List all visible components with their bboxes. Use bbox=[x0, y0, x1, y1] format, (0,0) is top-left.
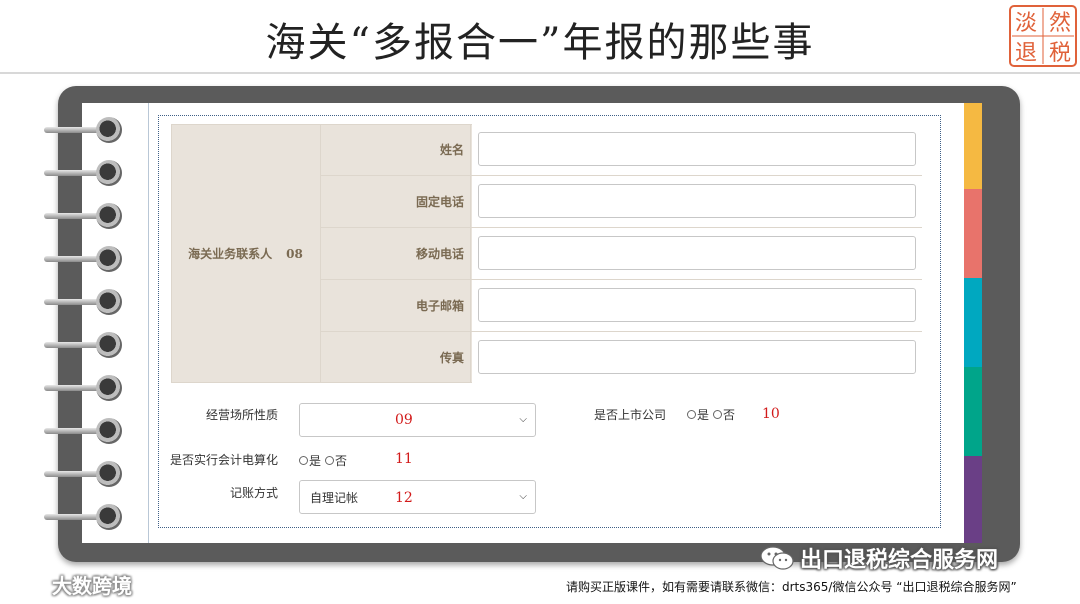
tab-purple[interactable] bbox=[964, 456, 982, 543]
landline-input[interactable] bbox=[478, 184, 916, 218]
radio-option-yes[interactable]: 是 bbox=[687, 406, 709, 423]
annotation-number-08: 08 bbox=[286, 246, 303, 261]
radio-button[interactable] bbox=[713, 410, 723, 419]
fax-input[interactable] bbox=[478, 340, 916, 374]
annotation-number-10: 10 bbox=[762, 406, 780, 422]
wechat-account-name: 出口退税综合服务网 bbox=[800, 548, 999, 573]
svg-text:然: 然 bbox=[1049, 11, 1071, 36]
spiral-ring bbox=[44, 289, 124, 315]
field-label: 电子邮箱 bbox=[321, 280, 471, 331]
annotation-number-12: 12 bbox=[395, 490, 413, 506]
copyright-footnote: 请购买正版课件，如有需要请联系微信：drts365/微信公众号 “出口退税综合服… bbox=[566, 580, 1017, 594]
radio-button[interactable] bbox=[687, 410, 696, 419]
accounting-label: 是否实行会计电算化 bbox=[170, 453, 279, 467]
tab-red[interactable] bbox=[964, 189, 982, 278]
premises-label: 经营场所性质 bbox=[205, 408, 278, 422]
brand-logo-icon bbox=[9, 577, 47, 592]
name-input[interactable] bbox=[478, 132, 916, 166]
annotation-number-11: 11 bbox=[395, 451, 413, 467]
spiral-ring bbox=[44, 117, 124, 143]
page-margin-line bbox=[148, 103, 149, 543]
contact-row-mobile: 移动电话 bbox=[321, 228, 922, 280]
chevron-down-icon: ⌵ bbox=[519, 414, 527, 425]
contact-row-landline: 固定电话 bbox=[321, 176, 922, 228]
email-input[interactable] bbox=[478, 288, 916, 322]
field-label: 固定电话 bbox=[321, 176, 471, 227]
wechat-branding: 出口退税综合服务网 bbox=[760, 542, 998, 574]
field-label: 传真 bbox=[321, 332, 471, 383]
field-label: 移动电话 bbox=[321, 228, 471, 279]
seal-logo: 淡 然 退 税 bbox=[1009, 5, 1077, 67]
svg-text:淡: 淡 bbox=[1015, 11, 1037, 36]
annotation-number-09: 09 bbox=[395, 412, 413, 428]
contact-row-name: 姓名 bbox=[321, 124, 922, 176]
spiral-ring bbox=[44, 160, 124, 186]
mobile-input[interactable] bbox=[478, 236, 916, 270]
contact-row-email: 电子邮箱 bbox=[321, 280, 922, 332]
slide: 海关“多报合一”年报的那些事 淡 然 退 税 海关业务联系人 08 姓名 固定电… bbox=[0, 0, 1080, 604]
wechat-icon bbox=[760, 546, 794, 570]
premises-select[interactable]: ⌵ bbox=[299, 403, 536, 437]
spiral-ring bbox=[44, 418, 124, 444]
accounting-radios: 是 否 bbox=[299, 452, 351, 469]
radio-button[interactable] bbox=[299, 456, 308, 465]
radio-option-yes[interactable]: 是 bbox=[299, 452, 321, 469]
contact-group-label: 海关业务联系人 08 bbox=[171, 124, 321, 383]
spiral-ring bbox=[44, 375, 124, 401]
slide-title: 海关“多报合一”年报的那些事 bbox=[265, 20, 815, 66]
radio-option-no[interactable]: 否 bbox=[325, 452, 347, 469]
spiral-ring bbox=[44, 504, 124, 530]
radio-option-no[interactable]: 否 bbox=[713, 406, 735, 423]
svg-text:税: 税 bbox=[1049, 41, 1071, 66]
spiral-ring bbox=[44, 461, 124, 487]
contact-row-fax: 传真 bbox=[321, 332, 922, 384]
radio-button[interactable] bbox=[325, 456, 335, 465]
brand-name: 大数跨境 bbox=[52, 574, 132, 598]
title-divider bbox=[0, 72, 1080, 74]
listed-company-label: 是否上市公司 bbox=[593, 408, 666, 422]
spiral-ring bbox=[44, 332, 124, 358]
bookkeeping-label: 记账方式 bbox=[229, 486, 278, 500]
listed-company-radios: 是 否 bbox=[687, 406, 739, 423]
brand-watermark: 大数跨境 bbox=[8, 570, 132, 599]
field-label: 姓名 bbox=[321, 124, 471, 175]
contact-group-title: 海关业务联系人 bbox=[188, 247, 273, 261]
spiral-ring bbox=[44, 246, 124, 272]
tab-green[interactable] bbox=[964, 367, 982, 456]
svg-text:退: 退 bbox=[1015, 41, 1037, 66]
tab-cyan[interactable] bbox=[964, 278, 982, 367]
spiral-ring bbox=[44, 203, 124, 229]
tab-yellow[interactable] bbox=[964, 103, 982, 189]
bookkeeping-selected-value: 自理记帐 bbox=[310, 490, 359, 505]
bookkeeping-select[interactable]: 自理记帐 ⌵ bbox=[299, 480, 536, 514]
chevron-down-icon: ⌵ bbox=[519, 491, 527, 502]
section-tabs bbox=[964, 103, 982, 543]
